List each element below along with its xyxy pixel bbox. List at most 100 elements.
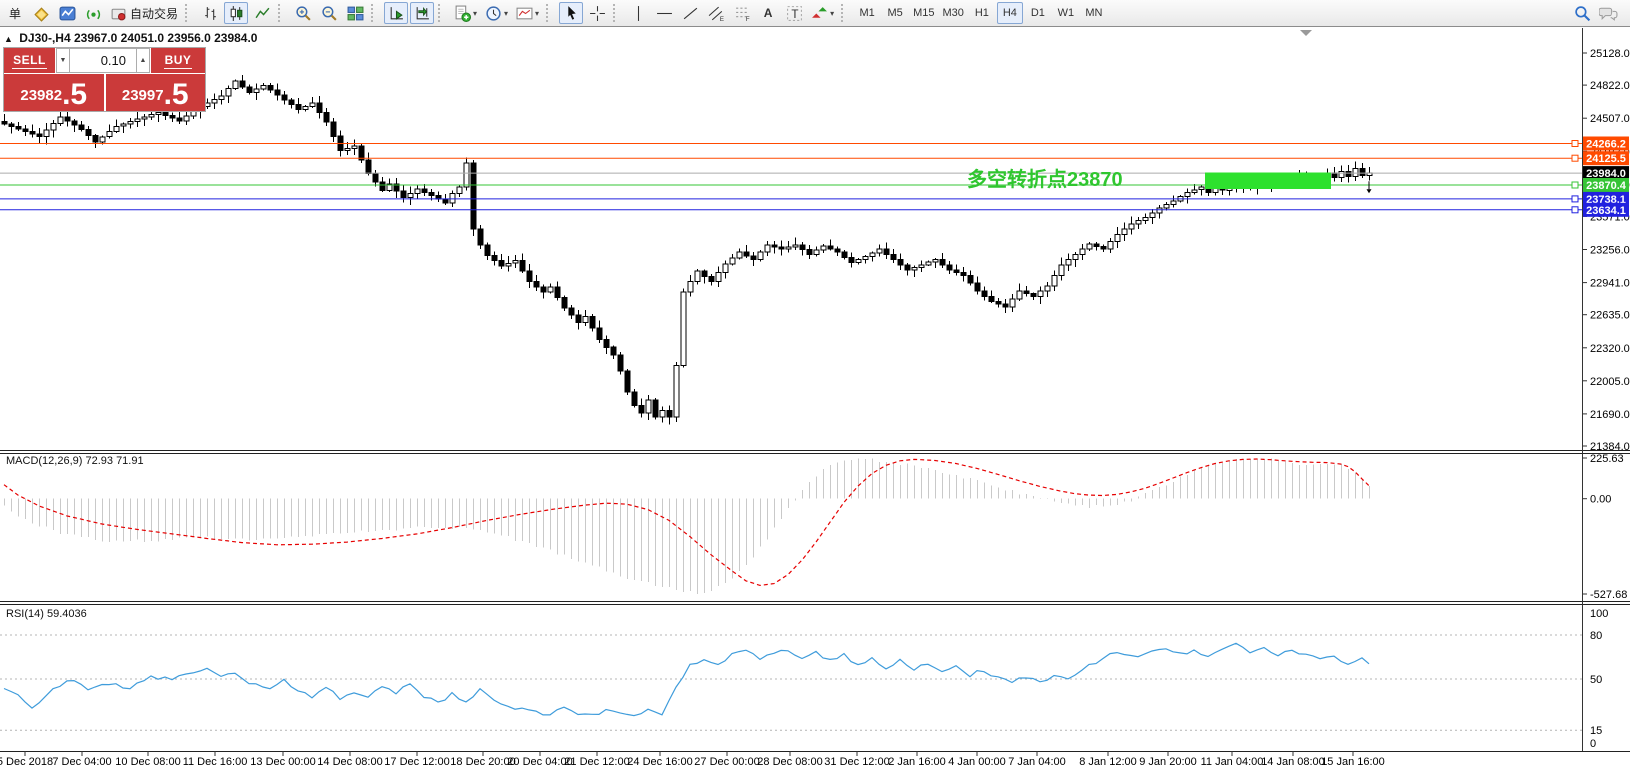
line-chart-mode-button[interactable] [250, 2, 274, 24]
time-axis-label: 14 Dec 08:00 [317, 756, 382, 768]
periods-button[interactable]: ▾ [482, 2, 511, 24]
timeframe-M1-button[interactable]: M1 [854, 2, 880, 24]
vertical-line-tool-button[interactable] [626, 2, 650, 24]
dropdown-caret-icon[interactable]: ▾ [535, 9, 539, 18]
svg-text:21384.0: 21384.0 [1590, 441, 1630, 453]
time-axis-label: 11 Jan 04:00 [1201, 756, 1264, 768]
timeframe-D1-button[interactable]: D1 [1025, 2, 1051, 24]
horizontal-lines-layer [0, 141, 1582, 213]
line-anchor-square[interactable] [1572, 155, 1578, 161]
timeframe-M15-button[interactable]: M15 [910, 2, 937, 24]
timeframe-H4-button[interactable]: H4 [997, 2, 1023, 24]
candlestick-mode-button[interactable] [224, 2, 248, 24]
timeframe-W1-button[interactable]: W1 [1053, 2, 1079, 24]
fibonacci-tool-button[interactable]: F [730, 2, 754, 24]
horizontal-line-tool-button[interactable] [652, 2, 676, 24]
time-axis-label: 10 Dec 08:00 [115, 756, 180, 768]
chat-button[interactable] [1596, 2, 1621, 24]
gold-tag-icon [33, 5, 50, 22]
sell-price-button[interactable]: 23982 .5 [4, 74, 104, 111]
toolbar-grip [185, 4, 194, 22]
time-axis-label: 8 Jan 12:00 [1079, 756, 1137, 768]
autotrading-button[interactable]: 自动交易 [107, 2, 181, 24]
timeframe-M30-button[interactable]: M30 [939, 2, 966, 24]
crosshair-tool-button[interactable] [585, 2, 609, 24]
svg-text:23634.1: 23634.1 [1586, 205, 1626, 217]
vertical-line-icon [630, 5, 647, 22]
svg-text:22320.0: 22320.0 [1590, 343, 1630, 355]
template-icon [516, 5, 533, 22]
zoom-out-button[interactable] [317, 2, 341, 24]
volume-decrease-button[interactable]: ▼ [56, 48, 70, 73]
chart-shift-marker-icon[interactable] [1300, 30, 1312, 36]
time-axis-label: 9 Jan 20:00 [1139, 756, 1197, 768]
sell-button[interactable]: SELL [4, 48, 55, 73]
market-watch-button[interactable] [55, 2, 79, 24]
price-tag: 24125.5 [1583, 151, 1629, 165]
svg-text:23870.4: 23870.4 [1586, 180, 1627, 192]
chart-shift-button[interactable] [410, 2, 434, 24]
svg-text:25128.0: 25128.0 [1590, 48, 1630, 60]
trendline-tool-button[interactable] [678, 2, 702, 24]
time-axis: 5 Dec 20187 Dec 04:0010 Dec 08:0011 Dec … [0, 751, 1385, 768]
timeframe-H1-button[interactable]: H1 [969, 2, 995, 24]
buy-price-main: 23997 [122, 87, 164, 104]
dropdown-caret-icon[interactable]: ▾ [830, 9, 834, 18]
ohlc-bars-icon [202, 5, 219, 22]
rsi-value-label: 59.4036 [47, 608, 87, 620]
sell-price-frac: .5 [62, 82, 87, 108]
buy-button[interactable]: BUY [151, 48, 205, 73]
channel-tool-button[interactable]: E [704, 2, 728, 24]
label-tool-button[interactable]: T [782, 2, 806, 24]
svg-text:50: 50 [1590, 674, 1602, 686]
sell-button-label: SELL [12, 53, 47, 69]
chart-canvas[interactable]: 多空转折点23870 25128.024822.024507.024192.023… [0, 28, 1630, 773]
dropdown-caret-icon[interactable]: ▾ [473, 9, 477, 18]
macd-axis-labels: 225.630.00-527.68 [1582, 453, 1627, 601]
line-anchor-square[interactable] [1572, 207, 1578, 213]
chart-annotation-text[interactable]: 多空转折点23870 [967, 167, 1123, 191]
dropdown-caret-icon[interactable]: ▾ [504, 9, 508, 18]
timeframe-MN-button[interactable]: MN [1081, 2, 1107, 24]
templates-button[interactable]: ▾ [513, 2, 542, 24]
time-axis-label: 21 Dec 12:00 [564, 756, 629, 768]
toolbar-grip [371, 4, 380, 22]
macd-layer [4, 458, 1370, 594]
rsi-header: RSI(14) 59.4036 [6, 608, 87, 620]
new-order-icon-button[interactable] [29, 2, 53, 24]
line-anchor-square[interactable] [1572, 141, 1578, 147]
auto-scroll-button[interactable] [384, 2, 408, 24]
clock-icon [485, 5, 502, 22]
volume-increase-button[interactable]: ▲ [136, 48, 150, 73]
buy-price-button[interactable]: 23997 .5 [106, 74, 206, 111]
toolbar-grip [546, 4, 555, 22]
price-tag: 23870.4 [1583, 178, 1629, 192]
arrows-tool-button[interactable]: ▾ [808, 2, 837, 24]
text-tool-button[interactable]: A [756, 2, 780, 24]
price-axis-labels: 25128.024822.024507.024192.023877.023571… [1582, 48, 1630, 453]
zoom-in-button[interactable] [291, 2, 315, 24]
cursor-tool-button[interactable] [559, 2, 583, 24]
line-anchor-square[interactable] [1572, 196, 1578, 202]
highlight-rectangle[interactable] [1205, 173, 1331, 190]
new-order-button[interactable]: 单 [3, 2, 27, 24]
buy-price-frac: .5 [164, 82, 189, 108]
line-anchor-square[interactable] [1572, 182, 1578, 188]
toolbar-grip [841, 4, 850, 22]
search-button[interactable] [1570, 2, 1594, 24]
time-axis-label: 17 Dec 12:00 [384, 756, 449, 768]
bar-chart-mode-button[interactable] [198, 2, 222, 24]
equidistant-channel-icon: E [708, 5, 725, 22]
toolbar-grip [278, 4, 287, 22]
cursor-icon [563, 5, 580, 22]
indicators-button[interactable]: ▾ [451, 2, 480, 24]
tile-windows-button[interactable] [343, 2, 367, 24]
time-axis-label: 28 Dec 08:00 [757, 756, 822, 768]
toolbar: 单 自动交易 [0, 0, 1630, 27]
svg-text:80: 80 [1590, 630, 1602, 642]
signals-button[interactable] [81, 2, 105, 24]
volume-input[interactable] [70, 48, 136, 73]
timeframe-M5-button[interactable]: M5 [882, 2, 908, 24]
collapse-panel-icon[interactable]: ▲ [4, 34, 13, 44]
label-tool-icon: T [786, 5, 803, 22]
